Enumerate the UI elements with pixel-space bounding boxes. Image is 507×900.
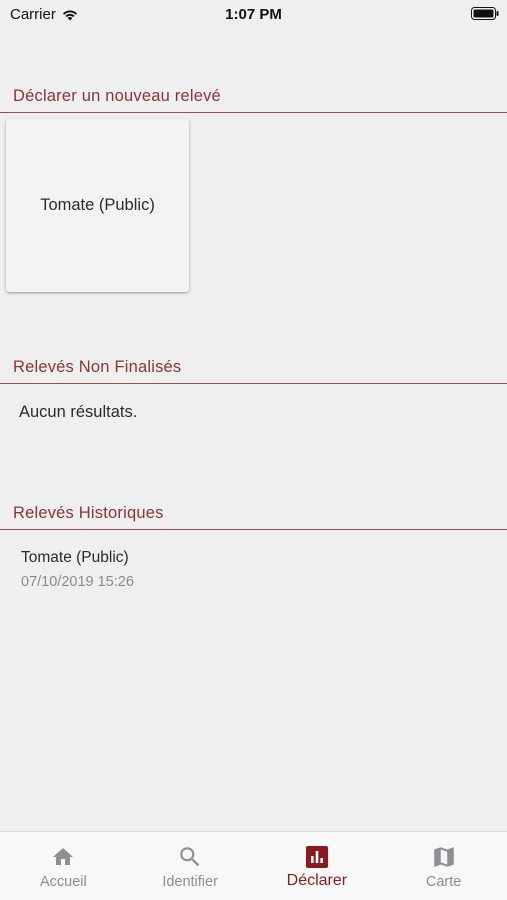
home-icon — [50, 844, 76, 870]
tab-label-carte: Carte — [425, 874, 462, 890]
protocol-card-label: Tomate (Public) — [40, 196, 155, 214]
status-time: 1:07 PM — [225, 6, 282, 23]
tab-carte[interactable]: Carte — [380, 832, 507, 900]
tab-identifier[interactable]: Identifier — [127, 832, 254, 900]
protocol-card[interactable]: Tomate (Public) — [6, 119, 189, 292]
status-bar: Carrier 1:07 PM — [0, 0, 507, 28]
map-icon — [431, 844, 457, 870]
history-item-title: Tomate (Public) — [21, 549, 129, 566]
search-icon — [177, 844, 203, 870]
section-header-history: Relevés Historiques — [0, 500, 507, 530]
bar-chart-icon — [304, 844, 330, 870]
tab-declarer[interactable]: Déclarer — [254, 832, 381, 900]
section-header-unfinished: Relevés Non Finalisés — [0, 354, 507, 384]
section-title-unfinished: Relevés Non Finalisés — [13, 358, 182, 376]
tab-bar: Accueil Identifier Déclarer Carte — [0, 831, 507, 900]
empty-results-text: Aucun résultats. — [19, 403, 138, 421]
battery-icon — [471, 7, 499, 24]
tab-accueil[interactable]: Accueil — [0, 832, 127, 900]
section-header-new-survey: Déclarer un nouveau relevé — [0, 83, 507, 113]
section-title-new-survey: Déclarer un nouveau relevé — [13, 87, 221, 105]
history-list-item[interactable]: Tomate (Public) 07/10/2019 15:26 — [0, 540, 507, 600]
history-item-date: 07/10/2019 15:26 — [21, 574, 134, 590]
tab-label-identifier: Identifier — [162, 874, 218, 890]
section-title-history: Relevés Historiques — [13, 504, 164, 522]
tab-label-declarer: Déclarer — [286, 872, 348, 889]
tab-label-accueil: Accueil — [40, 874, 87, 890]
